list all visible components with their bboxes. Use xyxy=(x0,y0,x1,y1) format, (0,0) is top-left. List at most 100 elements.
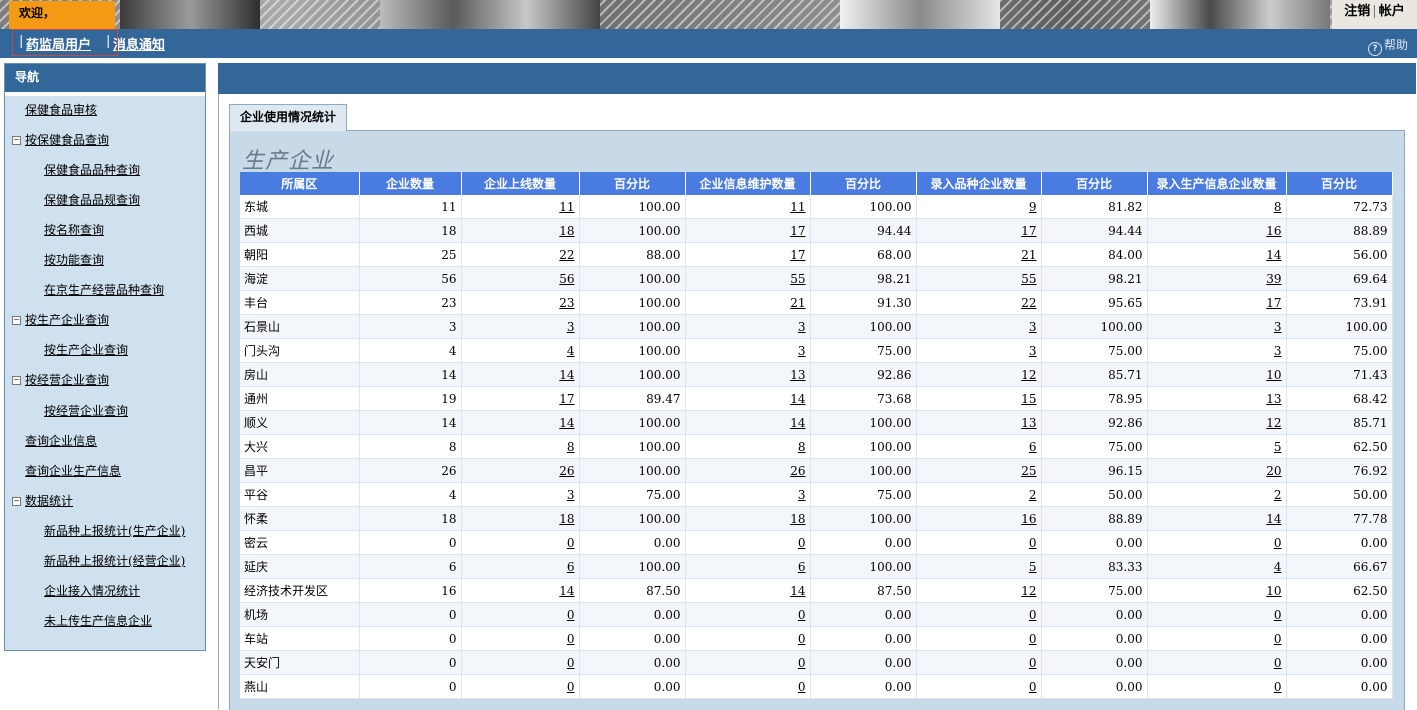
sidebar-item[interactable]: 按经营企业查询 xyxy=(44,402,128,419)
count-link[interactable]: 6 xyxy=(798,560,806,574)
count-link[interactable]: 14 xyxy=(559,584,574,598)
count-link[interactable]: 0 xyxy=(1274,680,1282,694)
count-link[interactable]: 0 xyxy=(1029,608,1037,622)
help-link[interactable]: ? 帮助 xyxy=(1367,36,1408,56)
count-link[interactable]: 5 xyxy=(1274,440,1282,454)
count-link[interactable]: 0 xyxy=(1274,608,1282,622)
count-link[interactable]: 56 xyxy=(559,272,574,286)
sidebar-item[interactable]: 保健食品品种查询 xyxy=(44,161,140,178)
sidebar-item[interactable]: 保健食品审核 xyxy=(25,101,97,118)
count-link[interactable]: 0 xyxy=(798,608,806,622)
count-link[interactable]: 13 xyxy=(790,368,805,382)
count-link[interactable]: 6 xyxy=(567,560,575,574)
count-link[interactable]: 17 xyxy=(1266,296,1281,310)
count-link[interactable]: 6 xyxy=(1029,440,1037,454)
count-link[interactable]: 0 xyxy=(567,536,575,550)
count-link[interactable]: 22 xyxy=(559,248,574,262)
sidebar-item[interactable]: 新品种上报统计(生产企业) xyxy=(44,522,185,539)
sidebar-item[interactable]: 按保健食品查询 xyxy=(25,131,109,148)
count-link[interactable]: 14 xyxy=(559,368,574,382)
count-link[interactable]: 12 xyxy=(1266,416,1281,430)
count-link[interactable]: 3 xyxy=(798,320,806,334)
count-link[interactable]: 0 xyxy=(1274,536,1282,550)
collapse-toggle-icon[interactable]: − xyxy=(12,497,21,506)
count-link[interactable]: 55 xyxy=(790,272,805,286)
count-link[interactable]: 55 xyxy=(1021,272,1036,286)
sidebar-item[interactable]: 企业接入情况统计 xyxy=(44,582,140,599)
count-link[interactable]: 14 xyxy=(790,416,805,430)
count-link[interactable]: 0 xyxy=(567,680,575,694)
tab-enterprise-usage[interactable]: 企业使用情况统计 xyxy=(229,104,347,131)
sidebar-item[interactable]: 新品种上报统计(经营企业) xyxy=(44,552,185,569)
sidebar-item[interactable]: 查询企业信息 xyxy=(25,432,97,449)
count-link[interactable]: 17 xyxy=(790,248,805,262)
count-link[interactable]: 3 xyxy=(567,488,575,502)
count-link[interactable]: 0 xyxy=(567,632,575,646)
count-link[interactable]: 3 xyxy=(1029,320,1037,334)
count-link[interactable]: 3 xyxy=(798,488,806,502)
count-link[interactable]: 16 xyxy=(1266,224,1281,238)
count-link[interactable]: 25 xyxy=(1021,464,1036,478)
account-link[interactable]: 帐户 xyxy=(1379,4,1405,19)
count-link[interactable]: 0 xyxy=(567,608,575,622)
count-link[interactable]: 8 xyxy=(567,440,575,454)
sidebar-item[interactable]: 按名称查询 xyxy=(44,221,104,238)
count-link[interactable]: 8 xyxy=(798,440,806,454)
count-link[interactable]: 3 xyxy=(567,320,575,334)
count-link[interactable]: 3 xyxy=(1274,320,1282,334)
count-link[interactable]: 4 xyxy=(567,344,575,358)
count-link[interactable]: 0 xyxy=(1274,632,1282,646)
count-link[interactable]: 0 xyxy=(567,656,575,670)
sidebar-item[interactable]: 在京生产经营品种查询 xyxy=(44,281,164,298)
count-link[interactable]: 4 xyxy=(1274,560,1282,574)
count-link[interactable]: 0 xyxy=(798,632,806,646)
count-link[interactable]: 14 xyxy=(1266,512,1281,526)
collapse-toggle-icon[interactable]: − xyxy=(12,136,21,145)
collapse-toggle-icon[interactable]: − xyxy=(12,376,21,385)
count-link[interactable]: 13 xyxy=(1021,416,1036,430)
count-link[interactable]: 8 xyxy=(1274,200,1282,214)
count-link[interactable]: 3 xyxy=(1029,344,1037,358)
count-link[interactable]: 14 xyxy=(790,392,805,406)
count-link[interactable]: 10 xyxy=(1266,368,1281,382)
count-link[interactable]: 14 xyxy=(559,416,574,430)
count-link[interactable]: 0 xyxy=(1274,656,1282,670)
count-link[interactable]: 0 xyxy=(1029,536,1037,550)
count-link[interactable]: 18 xyxy=(790,512,805,526)
count-link[interactable]: 3 xyxy=(798,344,806,358)
count-link[interactable]: 17 xyxy=(1021,224,1036,238)
count-link[interactable]: 0 xyxy=(1029,680,1037,694)
count-link[interactable]: 15 xyxy=(1021,392,1036,406)
count-link[interactable]: 17 xyxy=(790,224,805,238)
count-link[interactable]: 0 xyxy=(798,656,806,670)
count-link[interactable]: 23 xyxy=(559,296,574,310)
count-link[interactable]: 12 xyxy=(1021,584,1036,598)
sidebar-item[interactable]: 查询企业生产信息 xyxy=(25,462,121,479)
sidebar-item[interactable]: 按生产企业查询 xyxy=(25,311,109,328)
sidebar-item[interactable]: 数据统计 xyxy=(25,492,73,509)
count-link[interactable]: 0 xyxy=(798,680,806,694)
sidebar-item[interactable]: 按经营企业查询 xyxy=(25,371,109,388)
nav-link-messages[interactable]: 消息通知 xyxy=(113,34,165,53)
collapse-toggle-icon[interactable]: − xyxy=(12,316,21,325)
count-link[interactable]: 11 xyxy=(559,200,574,214)
count-link[interactable]: 22 xyxy=(1021,296,1036,310)
count-link[interactable]: 2 xyxy=(1274,488,1282,502)
count-link[interactable]: 16 xyxy=(1021,512,1036,526)
sidebar-item[interactable]: 未上传生产信息企业 xyxy=(44,612,152,629)
count-link[interactable]: 21 xyxy=(1021,248,1036,262)
count-link[interactable]: 0 xyxy=(798,536,806,550)
count-link[interactable]: 5 xyxy=(1029,560,1037,574)
count-link[interactable]: 21 xyxy=(790,296,805,310)
count-link[interactable]: 12 xyxy=(1021,368,1036,382)
sidebar-item[interactable]: 按生产企业查询 xyxy=(44,341,128,358)
count-link[interactable]: 14 xyxy=(790,584,805,598)
sidebar-item[interactable]: 按功能查询 xyxy=(44,251,104,268)
logout-link[interactable]: 注销 xyxy=(1344,4,1370,19)
count-link[interactable]: 18 xyxy=(559,512,574,526)
count-link[interactable]: 26 xyxy=(790,464,805,478)
count-link[interactable]: 10 xyxy=(1266,584,1281,598)
count-link[interactable]: 26 xyxy=(559,464,574,478)
count-link[interactable]: 17 xyxy=(559,392,574,406)
count-link[interactable]: 20 xyxy=(1266,464,1281,478)
